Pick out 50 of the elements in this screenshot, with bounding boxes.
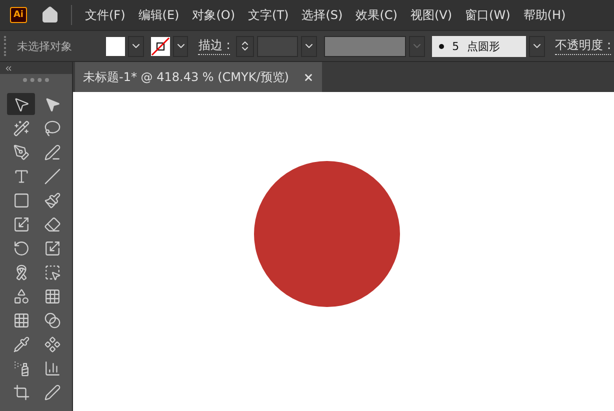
menu-item[interactable]: 对象(O)	[187, 6, 240, 24]
resize-icon	[12, 216, 30, 232]
eraser-icon	[44, 216, 60, 232]
filled-arrow-pointer-icon	[44, 96, 60, 112]
grid-icon	[44, 288, 60, 304]
scale-icon	[44, 240, 60, 256]
stroke-weight-spinner[interactable]	[236, 36, 254, 56]
menu-item[interactable]: 效果(C)	[350, 6, 402, 24]
fill-swatch[interactable]	[106, 36, 125, 56]
menu-item[interactable]: 文字(T)	[243, 6, 294, 24]
selection-status: 未选择对象	[16, 38, 73, 54]
pen-icon	[44, 384, 60, 400]
stroke-dropdown[interactable]	[172, 36, 188, 56]
brush-dropdown[interactable]	[529, 36, 546, 56]
stroke-weight-dropdown[interactable]	[301, 36, 317, 56]
menu-item[interactable]: 文件(F)	[80, 6, 130, 24]
eyedropper-icon	[12, 336, 30, 352]
crop-icon	[12, 384, 30, 400]
collapse-icon[interactable]	[4, 64, 13, 72]
rotate-icon	[12, 240, 30, 256]
dashed-selection-icon	[44, 264, 60, 280]
menu-item[interactable]: 编辑(E)	[133, 6, 184, 24]
opacity-label: 不透明度 :	[555, 37, 612, 55]
menu-item[interactable]: 帮助(H)	[518, 6, 571, 24]
mesh-grid-icon	[12, 312, 30, 328]
rectangle-icon	[12, 192, 30, 208]
line-icon	[44, 168, 60, 184]
stroke-swatch[interactable]	[150, 36, 170, 56]
bar-chart-icon	[44, 360, 60, 376]
brush-field[interactable]: 5 点圆形	[432, 36, 526, 56]
menu-item[interactable]: 窗口(W)	[460, 6, 516, 24]
pen-nib-icon	[12, 144, 30, 160]
type-icon	[12, 168, 30, 184]
close-icon[interactable]	[302, 72, 314, 82]
lasso-icon	[44, 120, 60, 136]
variable-width-field[interactable]	[324, 36, 406, 56]
tool-button[interactable]	[7, 93, 35, 115]
stroke-weight-field[interactable]	[256, 36, 298, 56]
shapes-icon	[12, 288, 30, 304]
magic-wand-icon	[12, 120, 30, 136]
arrow-pointer-icon	[12, 96, 30, 112]
menu-item[interactable]: 选择(S)	[296, 6, 348, 24]
menu-item[interactable]: 视图(V)	[405, 6, 458, 24]
paintbrush-icon	[44, 192, 60, 208]
document-tab[interactable]: 未标题-1* @ 418.43 % (CMYK/预览)	[75, 62, 322, 92]
spray-can-icon	[12, 360, 30, 376]
app-logo: Ai	[10, 7, 27, 23]
fill-dropdown[interactable]	[128, 36, 144, 56]
home-icon[interactable]	[41, 6, 59, 24]
stroke-label: 描边 :	[198, 37, 230, 55]
